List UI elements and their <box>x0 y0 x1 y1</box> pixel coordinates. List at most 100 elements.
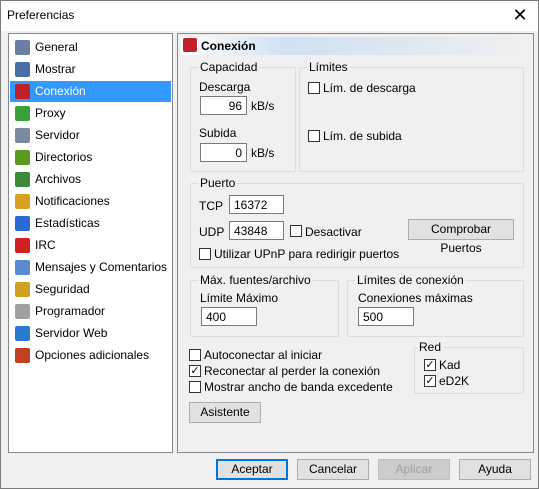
udp-port-input[interactable]: 43848 <box>229 221 284 240</box>
max-sources-input[interactable]: 400 <box>201 307 257 326</box>
autoconnect-checkbox[interactable] <box>189 349 201 361</box>
max-limit-label: Límite Máximo <box>200 291 279 305</box>
network-group: Red ✓ Kad ✓ eD2K <box>414 340 524 394</box>
ed2k-label: eD2K <box>439 374 470 388</box>
sidebar-item-label: Mensajes y Comentarios <box>35 260 168 274</box>
sidebar-item-label: Proxy <box>35 106 66 120</box>
sidebar-item-label: Directorios <box>35 150 93 164</box>
capacity-title: Capacidad <box>198 60 260 74</box>
network-title: Red <box>417 340 444 354</box>
check-ports-button[interactable]: Comprobar Puertos <box>408 219 514 255</box>
download-limit-label: Lím. de descarga <box>323 81 416 95</box>
download-unit: kB/s <box>251 99 275 113</box>
irc-icon <box>15 238 30 253</box>
disable-udp-checkbox[interactable] <box>290 225 302 237</box>
statistics-icon <box>15 216 30 231</box>
upload-capacity-input[interactable]: 0 <box>200 143 247 162</box>
overhead-label: Mostrar ancho de banda excedente <box>204 380 393 394</box>
sidebar-item[interactable]: Opciones adicionales <box>10 345 171 366</box>
cancel-button[interactable]: Cancelar <box>297 459 369 480</box>
udp-label: UDP <box>199 225 225 239</box>
max-sources-group: Máx. fuentes/archivo Límite Máximo 400 <box>190 273 339 337</box>
sidebar-item[interactable]: Conexión <box>10 81 171 102</box>
panel-header: Conexión <box>181 37 531 55</box>
limits-group: Límites Lím. de descarga Lím. de subida <box>299 60 524 172</box>
title-bar: Preferencias ✕ <box>1 1 538 31</box>
sidebar-item[interactable]: IRC <box>10 235 171 256</box>
sidebar-item[interactable]: Servidor Web <box>10 323 171 344</box>
sidebar-item[interactable]: Archivos <box>10 169 171 190</box>
upload-unit: kB/s <box>251 146 275 160</box>
apply-button[interactable]: Aplicar <box>378 459 450 480</box>
download-label: Descarga <box>199 80 251 94</box>
proxy-icon <box>15 106 30 121</box>
tcp-label: TCP <box>199 199 223 213</box>
plug-icon <box>183 38 197 52</box>
folder-icon <box>15 150 30 165</box>
sidebar-item-label: General <box>35 40 78 54</box>
overhead-checkbox[interactable] <box>189 381 201 393</box>
sidebar-item[interactable]: General <box>10 37 171 58</box>
gear-icon <box>15 40 30 55</box>
max-sources-title: Máx. fuentes/archivo <box>198 273 313 287</box>
upload-limit-label: Lím. de subida <box>323 129 402 143</box>
ed2k-checkbox[interactable]: ✓ <box>424 375 436 387</box>
plug-icon <box>15 84 30 99</box>
upnp-label: Utilizar UPnP para redirigir puertos <box>214 247 400 261</box>
sidebar-item[interactable]: Mostrar <box>10 59 171 80</box>
kad-checkbox[interactable]: ✓ <box>424 359 436 371</box>
preferences-sidebar: General Mostrar Conexión Proxy Servidor Direc… <box>8 33 173 453</box>
upnp-checkbox[interactable] <box>199 248 211 260</box>
sidebar-item-label: Programador <box>35 304 106 318</box>
sidebar-item-label: Opciones adicionales <box>35 348 150 362</box>
panel-title: Conexión <box>201 39 256 53</box>
download-limit-checkbox[interactable] <box>308 82 320 94</box>
sidebar-item[interactable]: Notificaciones <box>10 191 171 212</box>
sidebar-item-label: Notificaciones <box>35 194 110 208</box>
capacity-group: Capacidad Descarga 96 kB/s Subida 0 kB/s <box>190 60 296 172</box>
download-capacity-input[interactable]: 96 <box>200 96 247 115</box>
sidebar-item[interactable]: Directorios <box>10 147 171 168</box>
close-icon[interactable]: ✕ <box>510 5 530 25</box>
connection-limits-title: Límites de conexión <box>355 273 466 287</box>
upload-label: Subida <box>199 126 237 140</box>
monitor-icon <box>15 62 30 77</box>
wizard-button[interactable]: Asistente <box>189 402 261 423</box>
sidebar-item-label: Servidor <box>35 128 80 142</box>
autoconnect-label: Autoconectar al iniciar <box>204 348 323 362</box>
accept-button[interactable]: Aceptar <box>216 459 288 480</box>
messages-icon <box>15 260 30 275</box>
kad-label: Kad <box>439 358 461 372</box>
sidebar-item-label: Archivos <box>35 172 82 186</box>
connection-limits-group: Límites de conexión Conexiones máximas 5… <box>347 273 524 337</box>
upload-limit-checkbox[interactable] <box>308 130 320 142</box>
sidebar-item-label: Conexión <box>35 84 86 98</box>
sidebar-item-label: Estadísticas <box>35 216 100 230</box>
limits-title: Límites <box>307 60 350 74</box>
sidebar-item[interactable]: Estadísticas <box>10 213 171 234</box>
sidebar-item-label: Mostrar <box>35 62 76 76</box>
sidebar-item[interactable]: Programador <box>10 301 171 322</box>
window-title: Preferencias <box>7 8 75 22</box>
tcp-port-input[interactable]: 16372 <box>229 195 284 214</box>
port-title: Puerto <box>198 176 238 190</box>
max-connections-label: Conexiones máximas <box>358 291 473 305</box>
server-icon <box>15 128 30 143</box>
sidebar-item-label: IRC <box>35 238 56 252</box>
sidebar-item-label: Servidor Web <box>35 326 108 340</box>
sidebar-item[interactable]: Mensajes y Comentarios <box>10 257 171 278</box>
max-connections-input[interactable]: 500 <box>358 307 414 326</box>
reconnect-checkbox[interactable]: ✓ <box>189 365 201 377</box>
sidebar-item-label: Seguridad <box>35 282 90 296</box>
disable-udp-label: Desactivar <box>305 225 362 239</box>
scheduler-icon <box>15 304 30 319</box>
help-button[interactable]: Ayuda <box>459 459 531 480</box>
sidebar-item[interactable]: Seguridad <box>10 279 171 300</box>
globe-icon <box>15 326 30 341</box>
tools-icon <box>15 348 30 363</box>
notifications-icon <box>15 194 30 209</box>
sidebar-item[interactable]: Servidor <box>10 125 171 146</box>
reconnect-label: Reconectar al perder la conexión <box>204 364 381 378</box>
sidebar-item[interactable]: Proxy <box>10 103 171 124</box>
files-icon <box>15 172 30 187</box>
